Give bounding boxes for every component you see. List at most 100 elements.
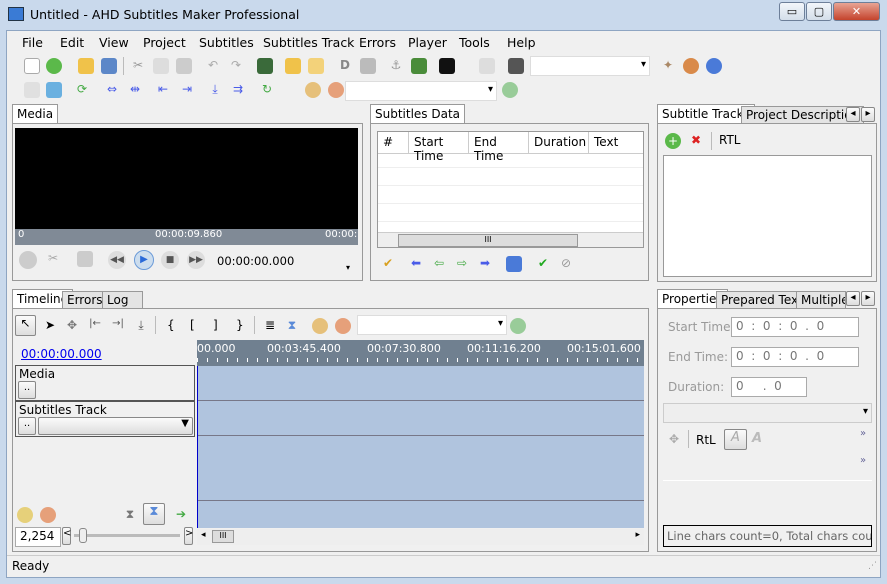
current-time-link[interactable]: 00:00:00.000 (21, 347, 102, 361)
menu-view[interactable]: View (99, 35, 129, 50)
os-icon[interactable] (439, 58, 455, 74)
new-file-icon[interactable] (24, 58, 40, 74)
stretch-icon[interactable]: ⇹ (127, 82, 143, 98)
refresh-icon[interactable]: ⟳ (74, 82, 90, 98)
film-icon[interactable] (257, 58, 273, 74)
style-combo[interactable] (663, 403, 872, 423)
trim-left-icon[interactable]: |← (87, 318, 103, 334)
column-header[interactable]: # (378, 132, 409, 154)
bracket-close-curly[interactable]: } (236, 318, 244, 332)
move-icon[interactable]: ✥ (666, 432, 682, 448)
zoom-slider-thumb[interactable] (79, 528, 87, 543)
track-select[interactable]: ▼ (38, 417, 193, 435)
redo-icon[interactable]: ↷ (228, 58, 244, 74)
arrow-left-icon[interactable]: ⬅ (408, 256, 424, 272)
d-icon[interactable]: D (337, 58, 353, 74)
arrow-right-icon[interactable]: ➡ (477, 256, 493, 272)
clock-remove-icon[interactable] (328, 82, 344, 98)
check-edit-icon[interactable]: ✔ (380, 256, 396, 272)
media-browse-button[interactable]: .. (18, 381, 36, 399)
undo-icon[interactable]: ↶ (205, 58, 221, 74)
go-icon[interactable]: ➔ (173, 507, 189, 523)
tab-subtitles-data[interactable]: Subtitles Data (370, 104, 466, 124)
bracket-open-square[interactable]: [ (190, 318, 195, 332)
list-icon[interactable]: ≣ (262, 318, 278, 334)
align-left-icon[interactable]: ⇤ (155, 82, 171, 98)
cancel-icon[interactable]: ⊘ (558, 256, 574, 272)
open-folder-icon[interactable] (78, 58, 94, 74)
media-slider[interactable]: 0 00:00:09.860 00:00: (15, 229, 358, 245)
tab-scroll-right[interactable]: ▸ (861, 291, 875, 306)
rewind-icon[interactable]: ◀◀ (108, 251, 126, 269)
start-time-field[interactable]: 0 : 0 : 0 . 0 (731, 317, 859, 337)
redo-sync-icon[interactable]: ↻ (259, 82, 275, 98)
menu-subtitles[interactable]: Subtitles (199, 35, 254, 50)
menu-file[interactable]: File (22, 35, 43, 50)
menu-subtitles-track[interactable]: Subtitles Track (263, 35, 354, 50)
zoom-slider-right[interactable]: > (184, 527, 193, 545)
tab-scroll-left[interactable]: ◂ (846, 107, 860, 122)
bracket-open-curly[interactable]: { (167, 318, 175, 332)
arrow-left-green-icon[interactable]: ⇦ (431, 256, 447, 272)
bracket-close-square[interactable]: ] (213, 318, 218, 332)
menu-player[interactable]: Player (408, 35, 447, 50)
down-icon[interactable]: ⤓ (207, 82, 223, 98)
font-style-toggle[interactable]: A (724, 429, 747, 450)
maximize-button[interactable]: ▢ (806, 2, 832, 21)
tab-multiple[interactable]: Multiple S (796, 291, 846, 308)
column-header[interactable]: End Time (469, 132, 529, 163)
anchor-icon[interactable]: ⚓ (388, 58, 404, 74)
duration-field[interactable]: 0 . 0 (731, 377, 807, 397)
more-options-2[interactable]: » (860, 455, 866, 466)
tracks-list[interactable] (663, 155, 872, 277)
grid-h-scrollbar[interactable]: III (378, 232, 643, 247)
column-header[interactable]: Duration (529, 132, 589, 154)
scroll-thumb[interactable]: III (398, 234, 578, 247)
end-time-field[interactable]: 0 : 0 : 0 . 0 (731, 347, 859, 367)
help-icon[interactable] (706, 58, 722, 74)
merge-icon[interactable]: ⇉ (230, 82, 246, 98)
tab-errors[interactable]: Errors (62, 291, 108, 308)
align-right-icon[interactable]: ⇥ (179, 82, 195, 98)
move-icon[interactable]: ✥ (64, 318, 80, 334)
time-combo[interactable] (345, 81, 497, 101)
timeline-tracks-area[interactable] (197, 366, 644, 528)
wand-icon[interactable]: ✦ (660, 58, 676, 74)
expand-icon[interactable]: ⇔ (104, 82, 120, 98)
column-header[interactable]: Start Time (409, 132, 469, 163)
menu-help[interactable]: Help (507, 35, 536, 50)
blocks-icon[interactable] (411, 58, 427, 74)
cut-icon[interactable]: ✂ (130, 58, 146, 74)
rtl-toggle[interactable]: RtL (696, 433, 716, 447)
arrow-right-green-icon[interactable]: ⇨ (454, 256, 470, 272)
delete-track-icon[interactable]: ✖ (688, 133, 704, 149)
resize-grip-icon[interactable]: ⋰ (868, 561, 877, 571)
play-icon[interactable]: ▶ (134, 250, 154, 270)
more-options-1[interactable]: » (860, 428, 866, 439)
stop-icon[interactable]: ■ (161, 251, 179, 269)
tab-log[interactable]: Log (102, 291, 143, 308)
edit-icon[interactable] (308, 58, 324, 74)
hourglass-toggle[interactable]: ⧗ (143, 503, 165, 525)
document-icon[interactable] (506, 256, 522, 272)
zoom-out-icon[interactable] (40, 507, 56, 523)
timeline-ruler[interactable]: 00.000 00:03:45.400 00:07:30.800 00:11:1… (197, 340, 644, 366)
pointer-icon[interactable]: ➤ (42, 318, 58, 334)
tab-scroll-right[interactable]: ▸ (861, 107, 875, 122)
menu-tools[interactable]: Tools (459, 35, 490, 50)
rtl-button[interactable]: RTL (719, 133, 740, 147)
forward-icon[interactable]: ▶▶ (187, 251, 205, 269)
save-icon[interactable] (101, 58, 117, 74)
snapshot-icon[interactable] (77, 251, 93, 267)
add-track-icon[interactable]: + (665, 133, 681, 149)
insert-down-icon[interactable]: ⤓ (133, 318, 149, 334)
timeline-h-scrollbar[interactable]: ◂ III ▸ (197, 529, 644, 545)
copy-icon[interactable] (153, 58, 169, 74)
menu-project[interactable]: Project (143, 35, 186, 50)
accept-icon[interactable]: ✔ (535, 256, 551, 272)
clock-add-icon[interactable] (305, 82, 321, 98)
open-subtitles-icon[interactable] (285, 58, 301, 74)
minimize-button[interactable]: ▭ (779, 2, 805, 21)
export-icon[interactable] (46, 82, 62, 98)
menu-errors[interactable]: Errors (359, 35, 396, 50)
